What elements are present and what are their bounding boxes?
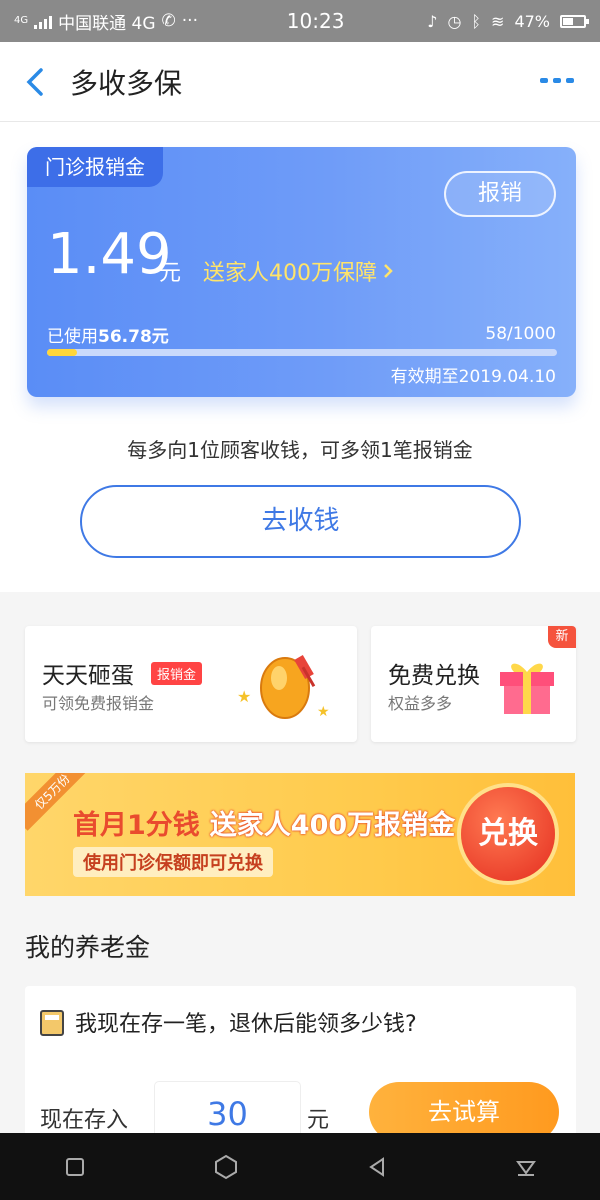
egg-smash-card[interactable]: 天天砸蛋 报销金 可领免费报销金 ★ ★ [25, 626, 357, 742]
save-unit: 元 [307, 1108, 330, 1133]
used-value: 56.78元 [98, 327, 169, 347]
promo-banner[interactable]: 仅5万份 首月1分钱 送家人400万报销金 使用门诊保额即可兑换 兑换 [25, 773, 575, 896]
usage-progress-bar [47, 349, 557, 356]
family-promo-link[interactable]: 送家人400万保障 [203, 255, 393, 287]
svg-text:★: ★ [317, 704, 330, 720]
dot-icon [553, 78, 561, 83]
banner-headline-red: 首月1分钱 [73, 810, 200, 841]
dot-icon [566, 78, 574, 83]
card-tag: 门诊报销金 [27, 147, 163, 187]
promo-text: 送家人400万保障 [203, 261, 377, 286]
feature-subtitle: 权益多多 [388, 694, 453, 713]
page-title: 多收多保 [70, 66, 183, 100]
claim-button[interactable]: 报销 [444, 171, 556, 217]
free-exchange-card[interactable]: 新 免费兑换 权益多多 [371, 626, 576, 742]
exchange-button[interactable]: 兑换 [461, 787, 555, 881]
notification-shade-icon[interactable] [515, 1156, 537, 1178]
clock: 10:23 [286, 9, 345, 33]
expiry-date: 有效期至2019.04.10 [390, 367, 556, 387]
new-badge: 新 [548, 626, 576, 648]
reimbursement-card: 门诊报销金 报销 1.49 元 送家人400万保障 已使用56.78元 58/1… [27, 147, 576, 397]
chevron-left-icon [26, 67, 43, 96]
banner-headline: 首月1分钱 送家人400万报销金 [73, 803, 455, 842]
collect-money-button[interactable]: 去收钱 [80, 485, 521, 558]
home-icon[interactable] [213, 1154, 239, 1180]
save-label: 现在存入 [40, 1108, 129, 1133]
pension-section-title: 我的养老金 [25, 933, 151, 962]
chevron-right-icon [384, 264, 393, 278]
mute-icon: ♪ [427, 11, 438, 31]
progress-fill [47, 349, 77, 356]
dot-icon [540, 78, 548, 83]
status-bar: 4G 中国联通 4G ✆ ··· 10:23 ♪ ◷ ᛒ ≋ 47% [0, 0, 600, 42]
feature-title: 免费兑换 [388, 663, 480, 689]
banner-subtitle: 使用门诊保额即可兑换 [73, 847, 273, 877]
back-nav-icon[interactable] [366, 1156, 388, 1178]
battery-icon [560, 14, 589, 28]
balance-amount: 1.49 [47, 222, 172, 287]
top-nav: 多收多保 [0, 42, 600, 122]
pension-question: 我现在存一笔，退休后能领多少钱? [75, 1012, 417, 1037]
pension-calculator-card: 我现在存一笔，退休后能领多少钱? 现在存入 30 元 去试算 [25, 986, 576, 1146]
banner-headline-white: 送家人400万报销金 [209, 810, 456, 841]
carrier-label: 中国联通 4G [58, 13, 156, 34]
calculator-icon [40, 1010, 64, 1036]
system-nav-bar [0, 1133, 600, 1200]
reimbursement-panel: 门诊报销金 报销 1.49 元 送家人400万保障 已使用56.78元 58/1… [0, 122, 600, 592]
recent-apps-icon[interactable] [64, 1156, 86, 1178]
bluetooth-icon: ᛒ [471, 11, 482, 31]
signal-icon [34, 13, 53, 29]
feature-title: 天天砸蛋 [42, 663, 134, 689]
alarm-icon: ◷ [447, 11, 462, 31]
wifi-icon: ≋ [491, 11, 505, 31]
collect-hint: 每多向1位顾客收钱，可多领1笔报销金 [127, 438, 473, 462]
more-notifications-icon: ··· [181, 11, 198, 31]
feature-badge: 报销金 [151, 662, 203, 685]
golden-egg-icon: ★ ★ [237, 654, 330, 720]
usage-count: 58/1000 [485, 324, 556, 344]
gift-icon [500, 663, 554, 714]
battery-percent: 47% [514, 11, 550, 31]
back-button[interactable] [0, 42, 70, 122]
feature-subtitle: 可领免费报销金 [42, 694, 155, 713]
balance-unit: 元 [159, 261, 182, 286]
more-menu-button[interactable] [540, 78, 574, 83]
network-type: 4G [14, 15, 29, 26]
svg-text:★: ★ [237, 687, 251, 706]
used-amount: 已使用56.78元 [47, 327, 169, 347]
wechat-icon: ✆ [161, 11, 176, 31]
